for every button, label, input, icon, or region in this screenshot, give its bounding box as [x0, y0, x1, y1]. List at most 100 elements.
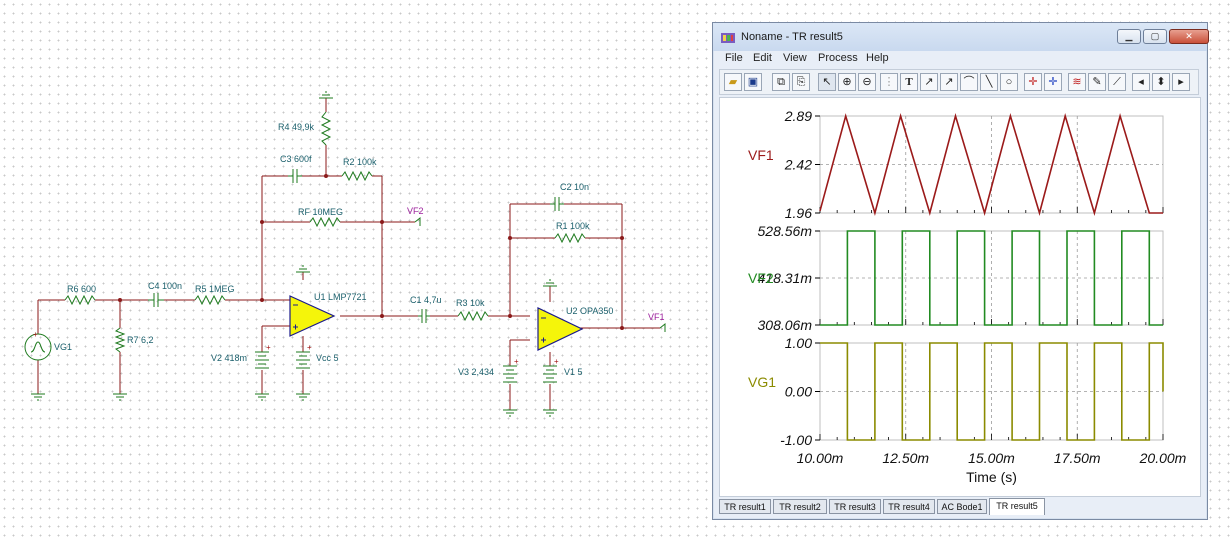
label-c3: C3 600f — [280, 154, 312, 164]
scroll-right-button[interactable]: ▸ — [1172, 73, 1190, 91]
tr-result-window[interactable]: Noname - TR result5 ▁ ▢ ✕ File Edit View… — [712, 22, 1209, 520]
transient-plot[interactable]: 2.892.421.96VF1528.56m418.31m308.06mVF21… — [720, 98, 1200, 496]
schematic-canvas[interactable]: + + + + + R6 600 R7 6,2 C4 100n R5 1MEG R4… — [0, 0, 700, 542]
label-u1: U1 LMP7721 — [314, 292, 367, 302]
net-label-vf2: VF2 — [407, 206, 424, 216]
y-tick-label: 0.00 — [785, 384, 812, 400]
x-tick-label: 17.50m — [1054, 450, 1101, 466]
y-tick-label: 2.42 — [784, 157, 812, 173]
label-c1: C1 4,7u — [410, 295, 442, 305]
label-r1: R1 100k — [556, 221, 590, 231]
plot-area[interactable]: 2.89 2.42 1.96 VF1 528.56m 418.31m 308.06m VF2 1… — [719, 97, 1201, 497]
text-button[interactable]: T — [900, 73, 918, 91]
arrow-right-icon: ▸ — [1178, 76, 1184, 88]
cursor-a-button[interactable]: ✛ — [1024, 73, 1042, 91]
label-rf: RF 10MEG — [298, 207, 343, 217]
tab-tr-result3[interactable]: TR result3 — [829, 499, 881, 514]
paste-button[interactable]: ⎘ — [792, 73, 810, 91]
cursor-b-icon: ✛ — [1048, 76, 1058, 88]
circle-button[interactable]: ○ — [1000, 73, 1018, 91]
label-v3: V3 2,434 — [458, 367, 494, 377]
y-tick-label: 1.96 — [785, 205, 812, 221]
copy-button[interactable]: ⧉ — [772, 73, 790, 91]
grid-button[interactable]: ⋮ — [880, 73, 898, 91]
open-button[interactable]: ▰ — [724, 73, 742, 91]
net-label-vf1: VF1 — [648, 312, 665, 322]
minimize-icon: ▁ — [1125, 31, 1133, 41]
scroll-left-button[interactable]: ◂ — [1132, 73, 1150, 91]
tab-ac-bode1[interactable]: AC Bode1 — [937, 499, 987, 514]
menu-bar: File Edit View Process Help — [713, 51, 1207, 67]
menu-view[interactable]: View — [783, 52, 807, 64]
curve-icon: ⌒ — [963, 76, 975, 88]
label-r6: R6 600 — [67, 284, 96, 294]
svg-text:+: + — [33, 330, 38, 339]
select-pointer-button[interactable]: ↖ — [818, 73, 836, 91]
save-button[interactable]: ▣ — [744, 73, 762, 91]
label-r4: R4 49,9k — [278, 122, 315, 132]
circle-icon: ○ — [1005, 76, 1013, 88]
label-u2: U2 OPA350 — [566, 306, 613, 316]
annotation-arrow-icon: ↗ — [944, 76, 954, 88]
tab-tr-result4[interactable]: TR result4 — [883, 499, 935, 514]
menu-process[interactable]: Process — [818, 52, 858, 64]
cursor-b-button[interactable]: ✛ — [1044, 73, 1062, 91]
arrow-updown-icon: ⬍ — [1156, 76, 1166, 88]
menu-file[interactable]: File — [725, 52, 743, 64]
series-label: VG1 — [748, 374, 776, 390]
save-icon: ▣ — [747, 76, 759, 88]
x-tick-label: 20.00m — [1139, 450, 1187, 466]
svg-text:+: + — [266, 343, 271, 352]
zoom-in-button[interactable]: ⊕ — [838, 73, 856, 91]
zoom-100-button[interactable]: ⊖ — [858, 73, 876, 91]
app-icon — [721, 33, 735, 43]
probe-button[interactable]: ✎ — [1088, 73, 1106, 91]
opamp-u1[interactable] — [289, 295, 336, 337]
close-icon: ✕ — [1185, 31, 1193, 41]
probe-icon: ✎ — [1092, 76, 1102, 88]
svg-text:+: + — [554, 357, 559, 366]
close-button[interactable]: ✕ — [1169, 29, 1209, 44]
grid-icon: ⋮ — [883, 76, 895, 88]
tab-tr-result2[interactable]: TR result2 — [773, 499, 827, 514]
arrow-left-icon: ◂ — [1138, 76, 1144, 88]
label-v1: V1 5 — [564, 367, 583, 377]
x-axis-label: Time (s) — [966, 469, 1017, 485]
copy-icon: ⧉ — [777, 76, 785, 88]
line-button[interactable]: ╲ — [980, 73, 998, 91]
pointer-icon: ↖ — [822, 76, 832, 88]
add-curve-button[interactable]: ≋ — [1068, 73, 1086, 91]
label-v2: V2 418m — [211, 353, 247, 363]
label-c2: C2 10n — [560, 182, 589, 192]
label-r5: R5 1MEG — [195, 284, 235, 294]
x-tick-label: 15.00m — [968, 450, 1015, 466]
tab-tr-result1[interactable]: TR result1 — [719, 499, 771, 514]
slope-icon: ⟋ — [1113, 76, 1121, 88]
menu-edit[interactable]: Edit — [753, 52, 772, 64]
maximize-icon: ▢ — [1150, 31, 1160, 41]
window-titlebar[interactable]: Noname - TR result5 ▁ ▢ ✕ — [713, 23, 1209, 51]
maximize-button[interactable]: ▢ — [1143, 29, 1167, 44]
add-curve-icon: ≋ — [1072, 76, 1082, 88]
minimize-button[interactable]: ▁ — [1117, 29, 1141, 44]
label-r2: R2 100k — [343, 157, 377, 167]
menu-help[interactable]: Help — [866, 52, 889, 64]
annotation2-button[interactable]: ↗ — [940, 73, 958, 91]
annotation-button[interactable]: ↗ — [920, 73, 938, 91]
x-tick-label: 12.50m — [882, 450, 929, 466]
y-tick-label: -1.00 — [780, 432, 812, 448]
x-tick-label: 10.00m — [797, 450, 844, 466]
curve-button[interactable]: ⌒ — [960, 73, 978, 91]
y-tick-label: 1.00 — [785, 335, 812, 351]
series-label: VF1 — [748, 147, 774, 163]
y-tick-label: 308.06m — [758, 317, 813, 333]
scroll-updown-button[interactable]: ⬍ — [1152, 73, 1170, 91]
y-tick-label: 528.56m — [758, 223, 813, 239]
paste-icon: ⎘ — [796, 76, 806, 88]
slope-button[interactable]: ⟋ — [1108, 73, 1126, 91]
tab-tr-result5[interactable]: TR result5 — [989, 498, 1045, 515]
line-icon: ╲ — [985, 76, 993, 88]
label-c4: C4 100n — [148, 281, 182, 291]
series-label: VF2 — [748, 270, 774, 286]
window-title: Noname - TR result5 — [741, 31, 843, 43]
